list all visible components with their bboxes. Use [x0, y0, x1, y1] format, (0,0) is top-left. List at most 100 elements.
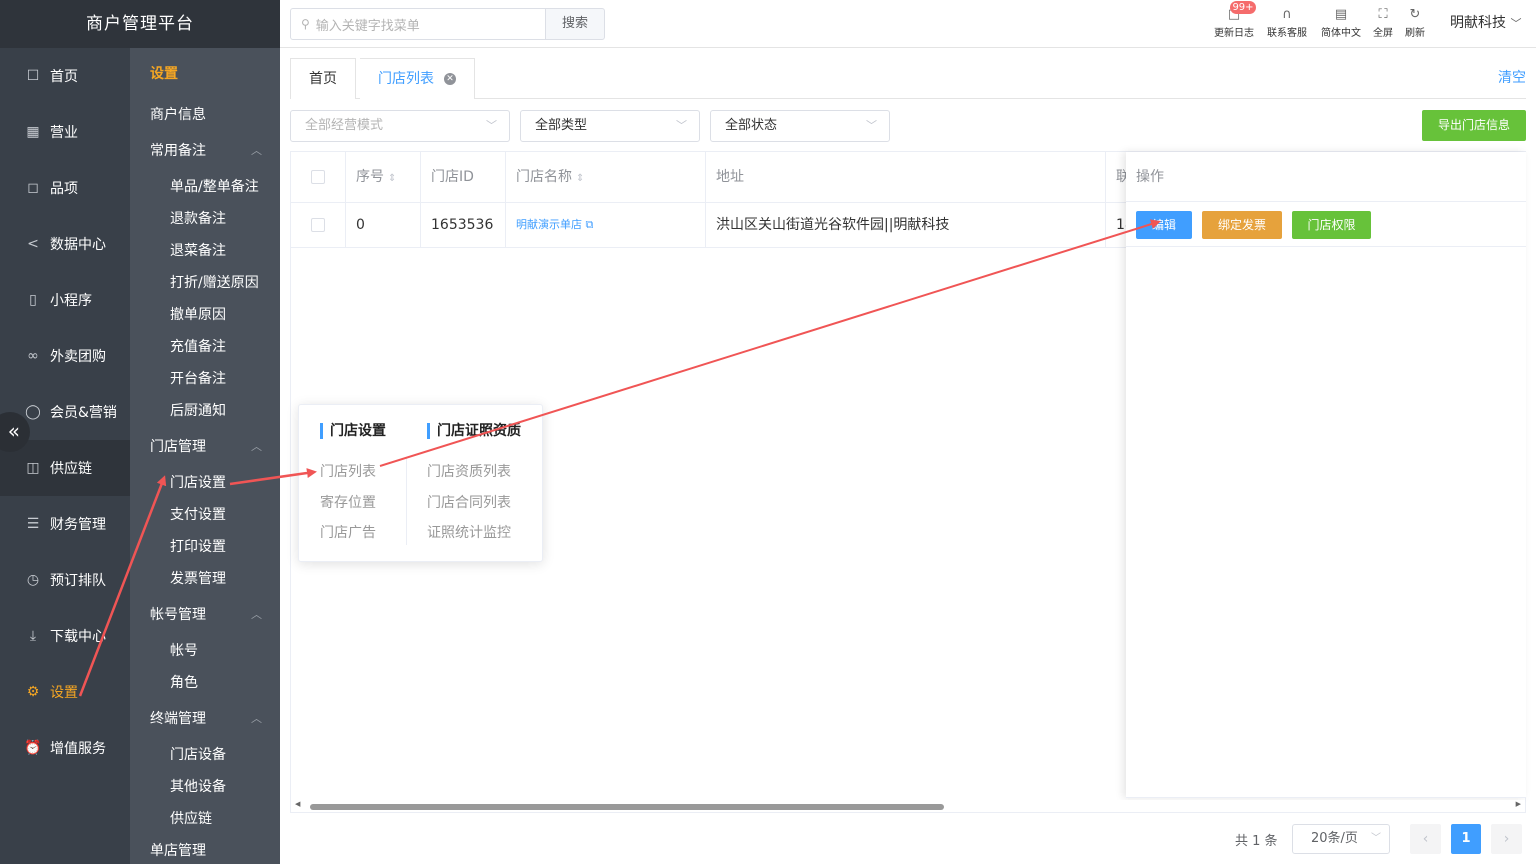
company-menu[interactable]: 明献科技 ﹀ [1450, 12, 1521, 32]
submenu-item[interactable]: 发票管理 [130, 563, 280, 595]
submenu-item[interactable]: 单品/整单备注 [130, 171, 280, 203]
nav-mini-program[interactable]: ▯ 小程序 [0, 272, 130, 328]
popup-item-contract-list[interactable]: 门店合同列表 [427, 492, 511, 512]
nav-download[interactable]: ⤓ 下载中心 [0, 608, 130, 664]
search-button[interactable]: 搜索 [545, 8, 605, 40]
scroll-left-icon[interactable]: ◀ [295, 800, 300, 808]
submenu-item[interactable]: 撤单原因 [130, 299, 280, 331]
copy-icon[interactable]: ⧉ [586, 218, 594, 231]
phone-icon: ▯ [29, 292, 37, 308]
bind-invoice-button[interactable]: 绑定发票 [1202, 211, 1282, 239]
submenu-item[interactable]: 充值备注 [130, 331, 280, 363]
header-address: 地址 [706, 152, 1106, 203]
header-index[interactable]: 序号 ⇕ [346, 152, 421, 203]
nav-label: 财务管理 [50, 517, 106, 533]
horizontal-scrollbar[interactable]: ◀ ▶ [291, 800, 1525, 812]
gear-icon: ⚙ [26, 684, 40, 700]
tool-label: 更新日志 [1214, 28, 1254, 39]
submenu-item[interactable]: 后厨通知 [130, 395, 280, 427]
store-settings-popup: 门店设置 门店证照资质 门店列表 寄存位置 门店广告 门店资质列表 门店合同列表… [298, 404, 543, 562]
popup-item-storage-location[interactable]: 寄存位置 [320, 492, 376, 512]
scrollbar-thumb[interactable] [310, 804, 944, 810]
page-size-select[interactable]: 20条/页 ﹀ [1292, 824, 1390, 854]
type-filter-select[interactable]: 全部类型 ﹀ [520, 110, 700, 142]
nav-business[interactable]: ▦ 营业 [0, 104, 130, 160]
row-checkbox[interactable] [311, 218, 325, 232]
popup-item-store-ads[interactable]: 门店广告 [320, 522, 376, 542]
popup-item-license-monitor[interactable]: 证照统计监控 [427, 522, 511, 542]
submenu-item[interactable]: 其他设备 [130, 771, 280, 803]
submenu-item[interactable]: 退款备注 [130, 203, 280, 235]
customer-service-button[interactable]: ∩ 联系客服 [1263, 6, 1311, 42]
submenu-item[interactable]: 角色 [130, 667, 280, 699]
select-all-checkbox[interactable] [311, 170, 325, 184]
close-icon[interactable]: ✕ [444, 73, 456, 85]
next-page-button[interactable]: › [1491, 824, 1522, 854]
mode-filter-select[interactable]: 全部经营模式 ﹀ [290, 110, 510, 142]
search-icon: ⚲ [301, 17, 310, 31]
edit-button[interactable]: 编辑 [1136, 211, 1192, 239]
group-label: 帐号管理 [150, 607, 206, 623]
cell-store-id: 1653536 [421, 203, 506, 248]
store-permission-button[interactable]: 门店权限 [1292, 211, 1371, 239]
submenu-item[interactable]: 打折/赠送原因 [130, 267, 280, 299]
fullscreen-icon: ⛶ [1378, 7, 1388, 22]
search-placeholder: 输入关键字找菜单 [315, 18, 420, 34]
submenu-item-store-settings[interactable]: 门店设置 [130, 467, 280, 499]
submenu-group-store[interactable]: 门店管理 ︿ [130, 431, 280, 463]
notification-badge: 99+ [1230, 1, 1256, 14]
submenu-item[interactable]: 门店设备 [130, 739, 280, 771]
clear-tabs-button[interactable]: 清空 [1498, 58, 1526, 99]
nav-label: 小程序 [50, 293, 92, 309]
select-value: 全部状态 [725, 118, 778, 133]
nav-label: 数据中心 [50, 237, 106, 253]
sort-icon[interactable]: ⇕ [388, 173, 396, 184]
header-store-name[interactable]: 门店名称 ⇕ [506, 152, 706, 203]
submenu-item[interactable]: 打印设置 [130, 531, 280, 563]
nav-data-center[interactable]: < 数据中心 [0, 216, 130, 272]
nav-value-added[interactable]: ⏰ 增值服务 [0, 720, 130, 776]
page-number-current[interactable]: 1 [1451, 824, 1481, 854]
nav-delivery[interactable]: ∞ 外卖团购 [0, 328, 130, 384]
sort-icon[interactable]: ⇕ [576, 173, 584, 184]
submenu-item[interactable]: 帐号 [130, 635, 280, 667]
prev-page-button[interactable]: ‹ [1410, 824, 1441, 854]
nav-settings[interactable]: ⚙ 设置 [0, 664, 130, 720]
truck-icon: ◫ [26, 460, 40, 476]
search-input[interactable]: ⚲ 输入关键字找菜单 [290, 8, 546, 40]
pagination: 共 1 条 20条/页 ﹀ ‹ 1 › [0, 824, 1536, 854]
tab-store-list[interactable]: 门店列表 ✕ [360, 58, 475, 99]
nav-items[interactable]: ◻ 品项 [0, 160, 130, 216]
popup-title-store-licenses: 门店证照资质 [427, 423, 521, 439]
nav-home[interactable]: ☐ 首页 [0, 48, 130, 104]
nav-label: 设置 [50, 685, 78, 701]
submenu-item[interactable]: 退菜备注 [130, 235, 280, 267]
user-icon: ◯ [25, 404, 41, 420]
tab-home[interactable]: 首页 [290, 58, 356, 99]
nav-reservation[interactable]: ◷ 预订排队 [0, 552, 130, 608]
submenu-merchant-info[interactable]: 商户信息 [130, 99, 280, 131]
popup-item-store-list[interactable]: 门店列表 [320, 461, 376, 481]
refresh-button[interactable]: ↻ 刷新 [1402, 6, 1428, 42]
headset-icon: ∩ [1282, 7, 1292, 22]
submenu-group-remarks[interactable]: 常用备注 ︿ [130, 135, 280, 167]
share-icon: < [27, 236, 39, 252]
nav-finance[interactable]: ☰ 财务管理 [0, 496, 130, 552]
submenu-group-terminal[interactable]: 终端管理 ︿ [130, 703, 280, 735]
chevron-down-icon: ﹀ [1371, 833, 1381, 844]
top-bar: ⚲ 输入关键字找菜单 搜索 □ 更新日志 99+ ∩ 联系客服 ▤ 简体中文 ⛶ 全屏 ↻… [280, 0, 1536, 48]
header-label: 门店名称 [516, 169, 572, 185]
cell-store-name[interactable]: 明献演示单店 ⧉ [506, 203, 706, 248]
scroll-right-icon[interactable]: ▶ [1516, 800, 1521, 808]
store-name-link[interactable]: 明献演示单店 [516, 218, 582, 231]
chevron-left-icon: ‹ [1422, 831, 1429, 847]
popup-item-license-list[interactable]: 门店资质列表 [427, 461, 511, 481]
export-store-info-button[interactable]: 导出门店信息 [1422, 110, 1526, 141]
submenu-group-account[interactable]: 帐号管理 ︿ [130, 599, 280, 631]
submenu-item[interactable]: 开台备注 [130, 363, 280, 395]
submenu-item[interactable]: 支付设置 [130, 499, 280, 531]
home-icon: ☐ [26, 68, 40, 84]
language-button[interactable]: ▤ 简体中文 [1317, 6, 1365, 42]
fullscreen-button[interactable]: ⛶ 全屏 [1370, 6, 1396, 42]
status-filter-select[interactable]: 全部状态 ﹀ [710, 110, 890, 142]
